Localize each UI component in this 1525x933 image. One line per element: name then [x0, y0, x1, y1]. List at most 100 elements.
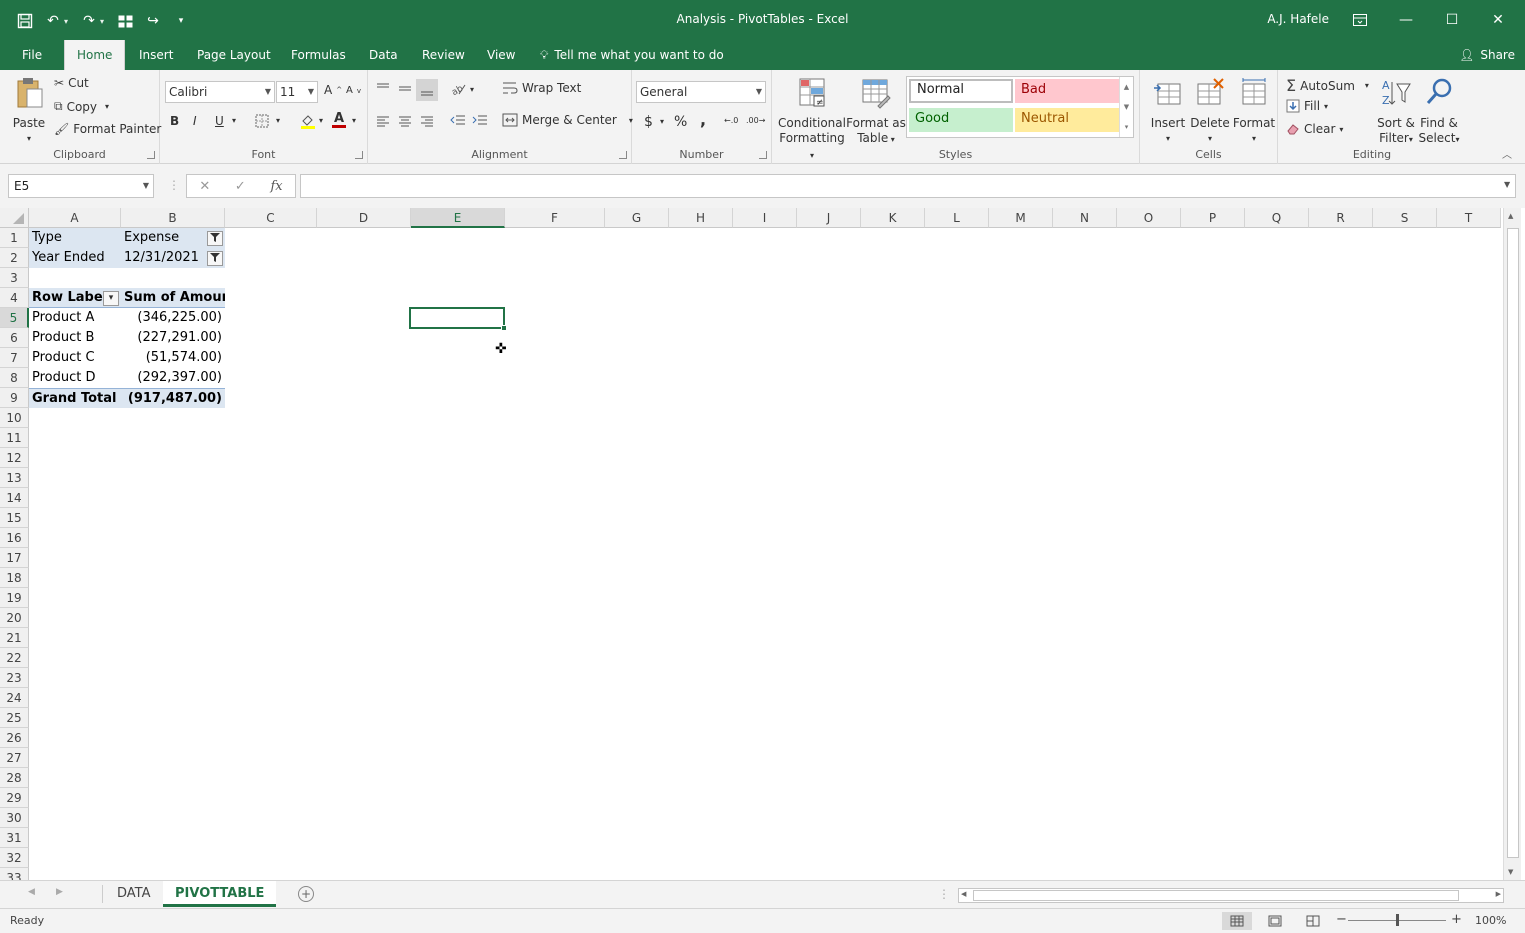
font-launcher-icon[interactable] [355, 151, 363, 159]
number-launcher-icon[interactable] [759, 151, 767, 159]
insert-function-icon[interactable]: fx [270, 179, 282, 194]
styles-gallery-scroll[interactable]: ▲ ▼ ▾ [1119, 77, 1133, 137]
row-header[interactable]: 1 [0, 228, 29, 248]
column-header[interactable]: F [505, 208, 605, 228]
align-right-icon[interactable] [420, 115, 434, 127]
row-header[interactable]: 16 [0, 528, 29, 548]
pivot-value-header[interactable]: Sum of Amount [121, 288, 225, 308]
row-header[interactable]: 20 [0, 608, 29, 628]
pivot-row-value[interactable]: (346,225.00) [121, 308, 225, 328]
name-box[interactable]: E5 ▼ [8, 174, 154, 198]
formula-input[interactable] [300, 174, 1516, 198]
column-header[interactable]: M [989, 208, 1053, 228]
row-header[interactable]: 23 [0, 668, 29, 688]
borders-dropdown-icon[interactable]: ▾ [276, 116, 280, 125]
row-header[interactable]: 29 [0, 788, 29, 808]
fill-color-icon[interactable] [300, 113, 316, 129]
scroll-sheets-right-icon[interactable]: ▶ [56, 887, 63, 897]
font-family-select[interactable]: Calibri ▼ [165, 81, 275, 103]
paste-button[interactable]: Paste ▾ [8, 76, 50, 146]
column-header[interactable]: O [1117, 208, 1181, 228]
scroll-left-icon[interactable]: ◀ [961, 890, 966, 898]
delete-cells-button[interactable]: Delete ▾ [1190, 76, 1230, 146]
share-button[interactable]: 👤︎ Share [1459, 40, 1515, 70]
row-header[interactable]: 9 [0, 388, 29, 408]
zoom-in-icon[interactable]: + [1451, 912, 1462, 927]
row-header[interactable]: 11 [0, 428, 29, 448]
select-all-corner[interactable] [0, 208, 29, 228]
column-header[interactable]: I [733, 208, 797, 228]
pivot-row-value[interactable]: (292,397.00) [121, 368, 225, 388]
number-format-select[interactable]: General ▼ [636, 81, 766, 103]
align-bottom-icon[interactable] [416, 79, 438, 101]
column-header[interactable]: E [411, 208, 505, 228]
gallery-down-icon[interactable]: ▼ [1120, 97, 1133, 117]
row-header[interactable]: 24 [0, 688, 29, 708]
cut-button[interactable]: ✂ Cut [54, 76, 89, 90]
pivot-row-label[interactable]: Product C [29, 348, 121, 368]
font-size-select[interactable]: 11 ▼ [276, 81, 318, 103]
column-header[interactable]: D [317, 208, 411, 228]
grow-font-icon[interactable]: A ^ [324, 83, 342, 97]
row-header[interactable]: 2 [0, 248, 29, 268]
maximize-icon[interactable]: ☐ [1432, 6, 1472, 34]
style-bad[interactable]: Bad [1015, 79, 1119, 103]
minimize-icon[interactable]: — [1386, 6, 1426, 34]
row-header[interactable]: 32 [0, 848, 29, 868]
scroll-right-icon[interactable]: ▶ [1496, 890, 1501, 898]
italic-button[interactable]: I [193, 114, 197, 128]
row-header[interactable]: 18 [0, 568, 29, 588]
pivot-grand-total-value[interactable]: (917,487.00) [121, 388, 225, 408]
split-grip-icon[interactable]: ⋮ [938, 887, 950, 901]
accounting-dropdown-icon[interactable]: ▾ [660, 117, 664, 126]
row-header[interactable]: 26 [0, 728, 29, 748]
row-header[interactable]: 7 [0, 348, 29, 368]
name-box-dropdown-icon[interactable]: ▼ [143, 175, 149, 197]
column-header[interactable]: L [925, 208, 989, 228]
copy-button[interactable]: ⧉ Copy ▾ [54, 99, 109, 114]
sort-filter-button[interactable]: AZ Sort & Filter▾ [1376, 76, 1416, 147]
tab-file[interactable]: File [10, 40, 54, 70]
row-header[interactable]: 31 [0, 828, 29, 848]
accounting-format-button[interactable]: $ [644, 114, 653, 130]
align-middle-icon[interactable] [398, 82, 412, 94]
find-select-button[interactable]: Find & Select▾ [1418, 76, 1460, 147]
align-top-icon[interactable] [376, 82, 390, 94]
pivot-filter-field[interactable]: Type [29, 228, 121, 248]
zoom-slider-thumb[interactable] [1396, 914, 1399, 926]
horizontal-scrollbar[interactable]: ◀ ▶ [958, 888, 1504, 903]
scroll-up-icon[interactable]: ▲ [1508, 212, 1513, 220]
align-left-icon[interactable] [376, 115, 390, 127]
insert-cells-button[interactable]: Insert ▾ [1148, 76, 1188, 146]
tab-view[interactable]: View [475, 40, 527, 70]
close-icon[interactable]: ✕ [1478, 6, 1518, 34]
format-painter-button[interactable]: 🖌︎ Format Painter [54, 122, 161, 136]
row-header[interactable]: 25 [0, 708, 29, 728]
alignment-launcher-icon[interactable] [619, 151, 627, 159]
decrease-indent-icon[interactable] [450, 114, 466, 126]
tab-formulas[interactable]: Formulas [279, 40, 358, 70]
column-header[interactable]: A [29, 208, 121, 228]
page-layout-view-icon[interactable] [1260, 912, 1290, 930]
gallery-more-icon[interactable]: ▾ [1120, 117, 1133, 137]
increase-decimal-button[interactable]: ←.0 [724, 116, 738, 125]
confirm-entry-icon[interactable]: ✓ [235, 179, 246, 194]
column-header[interactable]: B [121, 208, 225, 228]
increase-indent-icon[interactable] [472, 114, 488, 126]
row-header[interactable]: 5 [0, 308, 29, 328]
zoom-level[interactable]: 100% [1475, 914, 1506, 927]
sheet-tab-pivottable[interactable]: PIVOTTABLE [163, 881, 277, 907]
tab-data[interactable]: Data [357, 40, 410, 70]
style-good[interactable]: Good [909, 108, 1013, 132]
pivot-filter-field[interactable]: Year Ended [29, 248, 121, 268]
pivot-row-label[interactable]: Product B [29, 328, 121, 348]
orientation-icon[interactable]: ab ▾ [450, 82, 474, 96]
row-header[interactable]: 8 [0, 368, 29, 388]
fill-handle[interactable] [501, 325, 507, 331]
tab-review[interactable]: Review [410, 40, 477, 70]
gallery-up-icon[interactable]: ▲ [1120, 77, 1133, 97]
column-header[interactable]: G [605, 208, 669, 228]
tell-me-search[interactable]: 💡︎ Tell me what you want to do [540, 40, 724, 70]
bold-button[interactable]: B [170, 114, 179, 128]
decrease-decimal-button[interactable]: .00→ [746, 116, 765, 125]
